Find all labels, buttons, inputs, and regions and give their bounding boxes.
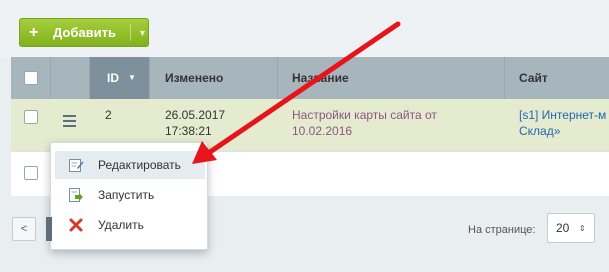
- annotation-arrow: [192, 21, 401, 164]
